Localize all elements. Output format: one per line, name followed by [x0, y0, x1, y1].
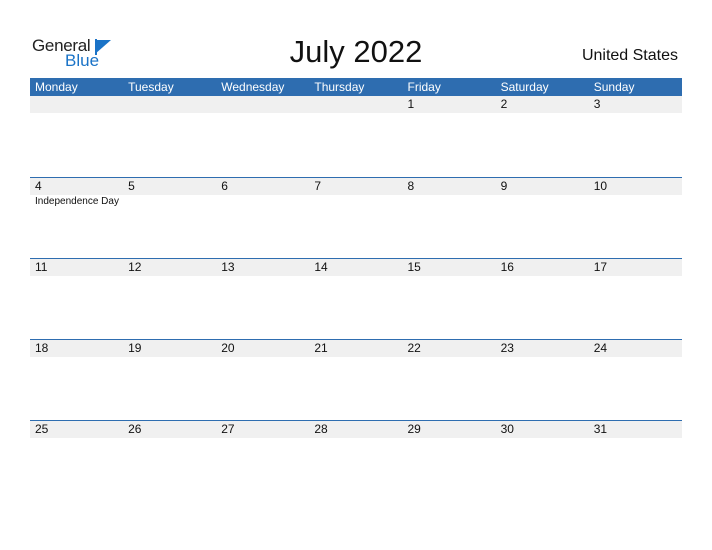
day-number: 18: [35, 341, 49, 355]
day-event: [216, 195, 309, 209]
day-number: 17: [593, 260, 608, 274]
day-number: 20: [221, 341, 235, 355]
day-number-strip: 25 26 27 28 29 30 31: [30, 421, 682, 438]
day-number: 10: [593, 179, 608, 193]
day-event: Independence Day: [35, 196, 119, 207]
day-number: [30, 96, 123, 113]
day-number-strip: 11 12 13 14 15 16 17: [30, 259, 682, 276]
day-number: 30: [500, 422, 514, 436]
day-number: 28: [314, 422, 328, 436]
day-event: [309, 195, 402, 209]
day-number: 26: [128, 422, 142, 436]
week-row: 25 26 27 28 29 30 31: [30, 420, 682, 501]
weekday-header: Monday Tuesday Wednesday Thursday Friday Satu…: [30, 78, 682, 96]
weekday-monday: Monday: [35, 80, 78, 94]
day-number: 29: [407, 422, 421, 436]
day-number-strip: 4 5 6 7 8 9 10: [30, 178, 682, 195]
day-number: 7: [314, 179, 322, 193]
events-row: Independence Day: [30, 195, 682, 209]
week-row: 18 19 20 21 22 23 24: [30, 339, 682, 420]
day-number: 8: [407, 179, 415, 193]
day-number: 2: [500, 97, 508, 111]
day-number: 12: [128, 260, 142, 274]
day-number: [123, 96, 216, 113]
weeks-container: 1 2 3 4 5 6 7 8 9 10 Independence Day 11 12 13 14 15 16 1…: [30, 96, 682, 501]
day-event: [403, 195, 496, 209]
weekday-friday: Friday: [407, 80, 441, 94]
calendar-grid: Monday Tuesday Wednesday Thursday Friday Satu…: [30, 78, 682, 501]
week-row: 1 2 3: [30, 96, 682, 177]
day-number: 15: [407, 260, 421, 274]
day-number: 6: [221, 179, 228, 193]
day-number: 13: [221, 260, 235, 274]
day-event: [589, 195, 682, 209]
day-number: [309, 96, 402, 113]
day-event: [496, 195, 589, 209]
day-number: 27: [221, 422, 235, 436]
country-label: United States: [581, 47, 678, 64]
day-number: 23: [500, 341, 514, 355]
day-number: 25: [35, 422, 49, 436]
weekday-thursday: Thursday: [314, 80, 365, 94]
day-number-strip: 18 19 20 21 22 23 24: [30, 340, 682, 357]
weekday-sunday: Sunday: [593, 80, 635, 94]
day-number: 3: [593, 97, 601, 111]
day-number: 16: [500, 260, 514, 274]
day-number: 19: [128, 341, 142, 355]
day-number: 22: [407, 341, 421, 355]
day-number: 31: [593, 422, 608, 436]
day-number: 21: [314, 341, 328, 355]
week-row: 4 5 6 7 8 9 10 Independence Day: [30, 177, 682, 258]
day-number: 1: [407, 97, 415, 111]
day-number: 9: [500, 179, 508, 193]
day-number: 11: [35, 260, 48, 274]
weekday-wednesday: Wednesday: [221, 80, 285, 94]
weekday-saturday: Saturday: [500, 80, 549, 94]
day-number: 24: [593, 341, 608, 355]
day-number: 14: [314, 260, 328, 274]
day-number-strip: 1 2 3: [30, 96, 682, 113]
day-number: 5: [128, 179, 135, 193]
day-number: 4: [35, 179, 42, 193]
week-row: 11 12 13 14 15 16 17: [30, 258, 682, 339]
day-number: [216, 96, 309, 113]
day-event: [123, 195, 216, 209]
weekday-tuesday: Tuesday: [128, 80, 174, 94]
